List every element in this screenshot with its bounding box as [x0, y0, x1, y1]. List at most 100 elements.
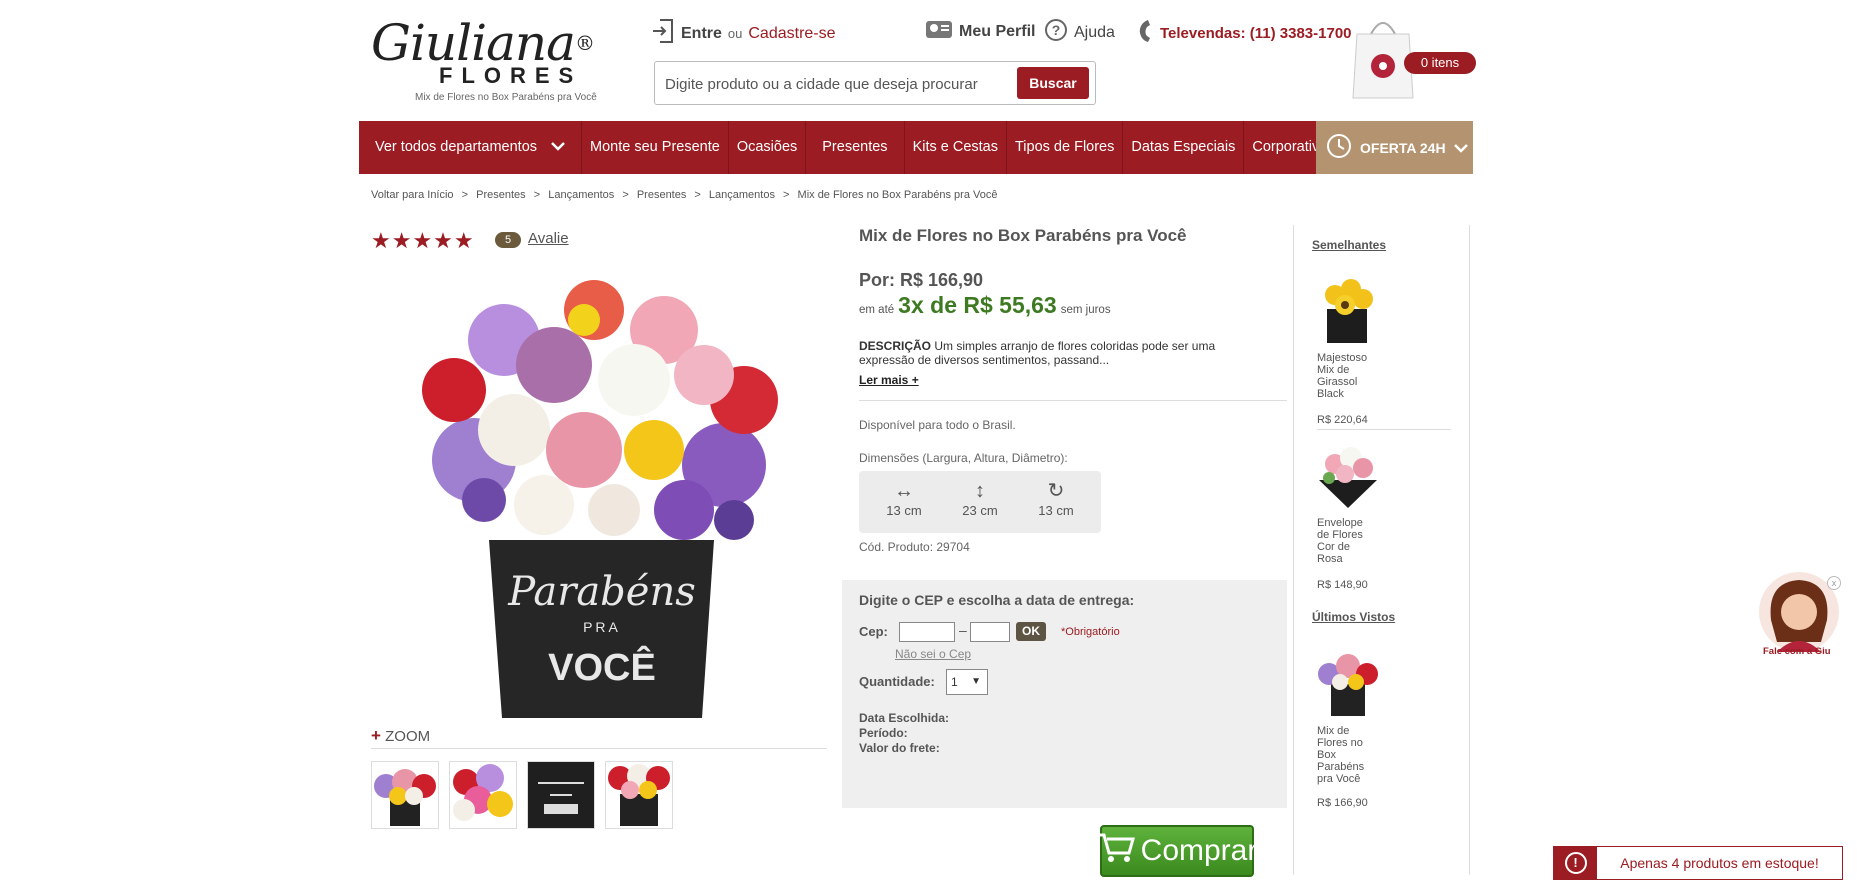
thumbnail-4[interactable]	[605, 761, 673, 829]
dimension-value: 23 cm	[962, 503, 998, 518]
breadcrumb-presentes[interactable]: Presentes	[476, 189, 526, 201]
similar-heading[interactable]: Semelhantes	[1312, 238, 1386, 252]
dimensions-label: Dimensões (Largura, Altura, Diâmetro):	[859, 451, 1068, 465]
cep-required-note: *Obrigatório	[1061, 626, 1120, 638]
logo-tagline: Mix de Flores no Box Parabéns pra Você	[415, 92, 597, 103]
chosen-date-label: Data Escolhida:	[859, 711, 950, 725]
similar-item-name: Majestoso Mix de Girassol Black	[1317, 352, 1368, 400]
nav-presentes[interactable]: Presentes	[806, 121, 905, 174]
main-nav: Ver todos departamentos Monte seu Presen…	[359, 121, 1473, 174]
nav-kits-cestas[interactable]: Kits e Cestas	[905, 121, 1007, 174]
signup-link[interactable]: Cadastre-se	[748, 25, 835, 43]
similar-item-price: R$ 220,64	[1317, 414, 1368, 426]
recent-item-price: R$ 166,90	[1317, 797, 1368, 809]
dimension-value: 13 cm	[886, 503, 922, 518]
nav-offer-24h[interactable]: OFERTA 24H	[1316, 121, 1473, 174]
breadcrumb-sep: >	[461, 189, 469, 201]
logo[interactable]: Giuliana® FLORES Mix de Flores no Box Pa…	[371, 18, 621, 103]
recent-item-name: Mix de Flores no Box Parabéns pra Você	[1317, 725, 1365, 785]
box-text-voce: VOCÊ	[548, 645, 656, 689]
product-main-image[interactable]: Parabéns PRA VOCÊ	[384, 270, 824, 720]
cep-input-prefix[interactable]	[899, 622, 955, 642]
flowers-icon	[422, 280, 778, 540]
read-more-link[interactable]: Ler mais +	[859, 373, 919, 387]
thumbnail-strip	[371, 761, 673, 829]
chat-label[interactable]: Fale com a Giu	[1763, 646, 1831, 657]
cep-label: Cep:	[859, 624, 888, 639]
zoom-label: ZOOM	[385, 728, 431, 745]
search-input[interactable]	[663, 66, 1007, 102]
thumbnail-1[interactable]	[371, 761, 439, 829]
chevron-down-icon: ▼	[971, 676, 981, 687]
installments-prefix: em até	[859, 304, 895, 316]
search-button[interactable]: Buscar	[1017, 67, 1089, 99]
product-description: DESCRIÇÃO Um simples arranjo de flores c…	[859, 339, 1259, 367]
login-link[interactable]: Entre	[681, 25, 722, 43]
nav-datas-especiais[interactable]: Datas Especiais	[1123, 121, 1245, 174]
breadcrumb-lancamentos[interactable]: Lançamentos	[548, 189, 614, 201]
similar-item-1[interactable]: Majestoso Mix de Girassol Black	[1317, 275, 1417, 400]
period-label: Período:	[859, 726, 908, 740]
search-bar: Buscar	[654, 61, 1096, 105]
nav-all-departments[interactable]: Ver todos departamentos	[359, 121, 583, 174]
freight-label: Valor do frete:	[859, 741, 940, 755]
quantity-select[interactable]: 1 ▼	[946, 669, 988, 695]
breadcrumb-presentes-2[interactable]: Presentes	[637, 189, 687, 201]
review-link[interactable]: Avalie	[528, 230, 569, 247]
nav-ocasioes[interactable]: Ocasiões	[729, 121, 807, 174]
phone-number[interactable]: Televendas: (11) 3383-1700	[1160, 25, 1352, 42]
buy-button[interactable]: Comprar	[1097, 825, 1257, 877]
similar-item-name: Envelope de Flores Cor de Rosa	[1317, 517, 1363, 565]
delivery-panel: Digite o CEP e escolha a data de entrega…	[842, 580, 1287, 808]
zoom-button[interactable]: + ZOOM	[371, 726, 430, 746]
cep-lookup-link[interactable]: Não sei o Cep	[895, 647, 971, 661]
close-icon[interactable]: x	[1827, 576, 1841, 590]
breadcrumb-home[interactable]: Voltar para Início	[371, 189, 454, 201]
dimension-value: 13 cm	[1038, 503, 1074, 518]
stock-alert-text: Apenas 4 produtos em estoque!	[1620, 855, 1819, 871]
page: Giuliana® FLORES Mix de Flores no Box Pa…	[359, 0, 1476, 894]
similar-item-image	[1325, 279, 1373, 343]
profile-link[interactable]: Meu Perfil	[925, 18, 1035, 45]
cep-ok-button[interactable]: OK	[1016, 622, 1046, 641]
width-arrow-icon: ↔	[894, 480, 914, 502]
rating-count-badge: 5	[495, 232, 521, 248]
logo-subtitle: FLORES	[439, 63, 583, 88]
quantity-value: 1	[951, 675, 958, 689]
svg-text:?: ?	[1052, 22, 1061, 38]
divider	[859, 400, 1287, 401]
nav-tipos-flores[interactable]: Tipos de Flores	[1007, 121, 1124, 174]
dimension-height: ↕ 23 cm	[950, 479, 1010, 518]
installments: em até 3x de R$ 55,63 sem juros	[859, 292, 1111, 319]
account-links: Entre ou Cadastre-se	[651, 18, 836, 49]
dimensions-box: ↔ 13 cm ↕ 23 cm ↻ 13 cm	[859, 471, 1101, 533]
breadcrumb-sep: >	[533, 189, 541, 201]
nav-monte-presente[interactable]: Monte seu Presente	[582, 121, 729, 174]
delivery-heading: Digite o CEP e escolha a data de entrega…	[859, 592, 1135, 608]
cart-count[interactable]: 0 itens	[1404, 52, 1476, 74]
diameter-rotate-icon: ↻	[1047, 480, 1065, 502]
installments-suffix: sem juros	[1060, 304, 1111, 316]
chevron-down-icon	[551, 121, 565, 174]
alert-icon: !	[1554, 847, 1597, 879]
breadcrumb-current: Mix de Flores no Box Parabéns pra Você	[797, 189, 998, 201]
help-label: Ajuda	[1074, 23, 1115, 41]
product-code: Cód. Produto: 29704	[859, 540, 970, 554]
thumbnail-2[interactable]	[449, 761, 517, 829]
plus-icon: +	[371, 726, 381, 745]
breadcrumb-lancamentos-2[interactable]: Lançamentos	[709, 189, 775, 201]
similar-item-image	[1319, 447, 1377, 508]
breadcrumb: Voltar para Início > Presentes > Lançame…	[371, 189, 1002, 201]
cep-input-suffix[interactable]	[970, 622, 1010, 642]
installments-value: 3x de R$ 55,63	[898, 292, 1057, 318]
recent-heading[interactable]: Últimos Vistos	[1312, 610, 1395, 624]
divider	[1317, 429, 1451, 430]
thumbnail-3[interactable]	[527, 761, 595, 829]
similar-item-2[interactable]: Envelope de Flores Cor de Rosa	[1317, 440, 1417, 565]
cart-icon	[1097, 831, 1135, 871]
help-link[interactable]: ? Ajuda	[1044, 18, 1115, 47]
recent-item-1[interactable]: Mix de Flores no Box Parabéns pra Você	[1317, 648, 1417, 785]
login-icon[interactable]	[651, 18, 675, 49]
box-text-pra: PRA	[583, 619, 621, 635]
offer-label: OFERTA 24H	[1360, 139, 1446, 156]
